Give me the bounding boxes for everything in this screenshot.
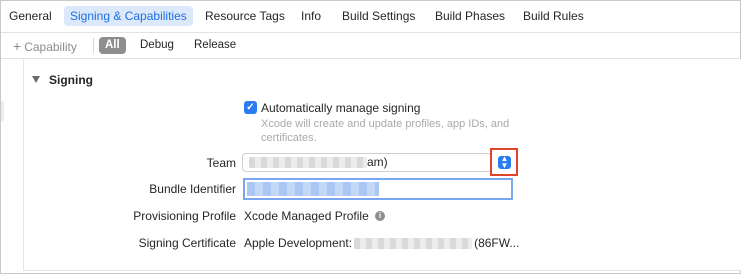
provisioning-profile-label: Provisioning Profile — [133, 209, 236, 223]
divider — [93, 38, 94, 53]
plus-icon: + — [13, 38, 22, 54]
team-value-suffix: am) — [367, 155, 388, 169]
provisioning-profile-value: Xcode Managed Profile — [244, 209, 369, 223]
team-popup[interactable]: am) — [242, 153, 492, 172]
redacted-team-name — [249, 157, 367, 169]
redacted-bundle-id — [247, 182, 379, 196]
popup-stepper-icon[interactable]: ▲ ▼ — [498, 155, 511, 169]
tab-general[interactable]: General — [3, 6, 58, 26]
auto-manage-hint: Xcode will create and update profiles, a… — [261, 118, 510, 144]
disclosure-triangle-icon[interactable] — [32, 76, 40, 84]
signing-section-header[interactable]: Signing — [32, 73, 93, 87]
certificate-prefix: Apple Development: — [244, 236, 353, 250]
scroll-edge — [1, 101, 4, 121]
info-icon[interactable]: i — [375, 211, 385, 221]
tab-info[interactable]: Info — [295, 6, 327, 26]
team-stepper-highlight: ▲ ▼ — [490, 148, 518, 176]
bundle-identifier-field[interactable] — [243, 178, 513, 200]
config-all-button[interactable]: All — [99, 37, 126, 54]
config-debug-button[interactable]: Debug — [134, 37, 180, 54]
tab-signing-capabilities[interactable]: Signing & Capabilities — [64, 6, 193, 26]
signing-certificate-label: Signing Certificate — [138, 236, 236, 250]
tab-resource-tags[interactable]: Resource Tags — [199, 6, 291, 26]
tab-build-settings[interactable]: Build Settings — [336, 6, 421, 26]
add-capability-button[interactable]: + Capability — [13, 38, 77, 54]
section-bottom-border — [24, 270, 741, 271]
checkmark-icon: ✓ — [246, 102, 255, 113]
team-value: am) — [249, 155, 388, 169]
bundle-identifier-label: Bundle Identifier — [149, 182, 236, 196]
tab-build-phases[interactable]: Build Phases — [429, 6, 511, 26]
signing-certificate-value: Apple Development: (86FW... — [244, 236, 519, 250]
section-title: Signing — [49, 73, 93, 87]
editor-window: General Signing & Capabilities Resource … — [0, 0, 741, 274]
auto-manage-checkbox[interactable]: ✓ — [244, 101, 257, 114]
team-label: Team — [206, 156, 236, 170]
certificate-suffix: (86FW... — [474, 236, 520, 250]
redacted-certificate-name — [354, 238, 473, 250]
add-capability-label: Capability — [24, 40, 77, 54]
configuration-filter-bar: + Capability All Debug Release — [1, 33, 740, 59]
auto-manage-label[interactable]: Automatically manage signing — [261, 101, 420, 115]
signing-content: Signing ✓ Automatically manage signing X… — [1, 59, 741, 273]
config-release-button[interactable]: Release — [188, 37, 242, 54]
signing-section: Signing ✓ Automatically manage signing X… — [23, 59, 741, 271]
editor-tab-bar: General Signing & Capabilities Resource … — [1, 1, 740, 33]
tab-build-rules[interactable]: Build Rules — [517, 6, 590, 26]
